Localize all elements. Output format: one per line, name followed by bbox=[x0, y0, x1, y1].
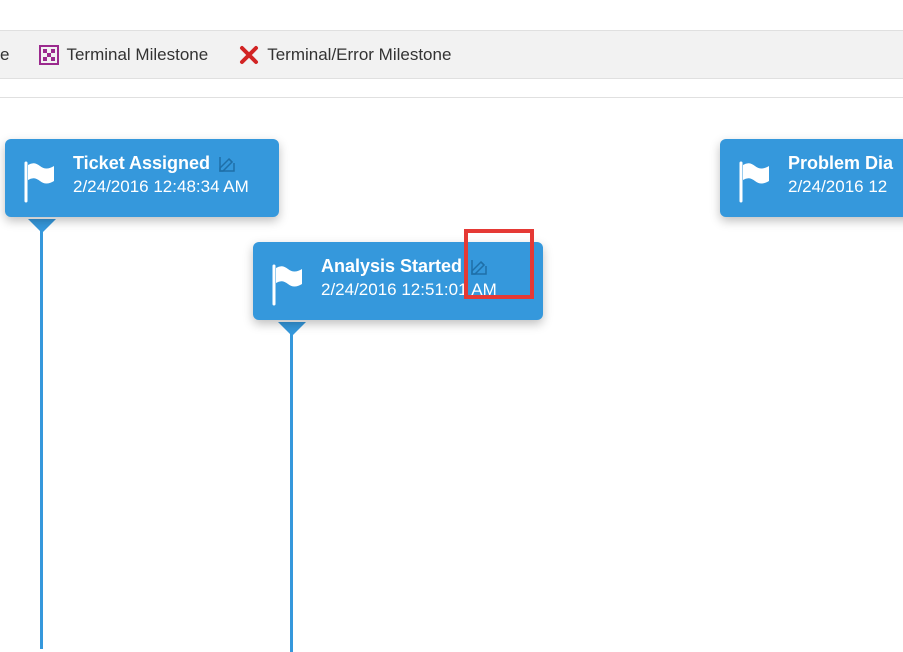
milestone-title: Ticket Assigned bbox=[73, 153, 210, 174]
error-milestone-icon bbox=[238, 44, 260, 66]
milestone-title-row: Problem Dia bbox=[788, 153, 903, 174]
milestone-card-ticket-assigned[interactable]: Ticket Assigned 2/24/2016 12:48:34 AM bbox=[5, 139, 279, 217]
edit-icon[interactable] bbox=[470, 258, 488, 276]
milestone-content: Ticket Assigned 2/24/2016 12:48:34 AM bbox=[73, 153, 261, 197]
milestone-card-analysis-started[interactable]: Analysis Started 2/24/2016 12:51:01 AM bbox=[253, 242, 543, 320]
flag-icon bbox=[22, 161, 58, 203]
milestone-content: Problem Dia 2/24/2016 12 bbox=[788, 153, 903, 197]
flag-icon-wrap bbox=[267, 256, 309, 306]
milestone-timestamp: 2/24/2016 12 bbox=[788, 177, 903, 197]
timeline-divider bbox=[0, 97, 903, 98]
milestone-connector bbox=[40, 219, 43, 649]
flag-icon bbox=[270, 264, 306, 306]
legend-error-label: Terminal/Error Milestone bbox=[267, 45, 451, 65]
connector-arrow bbox=[278, 322, 306, 336]
milestone-title-row: Analysis Started bbox=[321, 256, 525, 277]
connector-arrow bbox=[28, 219, 56, 233]
milestone-timestamp: 2/24/2016 12:51:01 AM bbox=[321, 280, 525, 300]
top-bar bbox=[0, 0, 903, 31]
milestone-title-row: Ticket Assigned bbox=[73, 153, 261, 174]
legend-terminal-label: Terminal Milestone bbox=[66, 45, 208, 65]
milestone-content: Analysis Started 2/24/2016 12:51:01 AM bbox=[321, 256, 525, 300]
flag-icon bbox=[737, 161, 773, 203]
flag-icon-wrap bbox=[19, 153, 61, 203]
milestone-connector bbox=[290, 322, 293, 652]
legend-terminal-milestone: Terminal Milestone bbox=[39, 45, 208, 65]
edit-icon[interactable] bbox=[218, 155, 236, 173]
terminal-milestone-icon bbox=[39, 45, 59, 65]
milestone-title: Problem Dia bbox=[788, 153, 893, 174]
legend-partial-text: e bbox=[0, 45, 9, 65]
legend-terminal-error-milestone: Terminal/Error Milestone bbox=[238, 44, 451, 66]
legend-bar: e Terminal Milestone Terminal/Error Mile… bbox=[0, 31, 903, 79]
milestone-timestamp: 2/24/2016 12:48:34 AM bbox=[73, 177, 261, 197]
milestone-title: Analysis Started bbox=[321, 256, 462, 277]
flag-icon-wrap bbox=[734, 153, 776, 203]
milestone-card-problem-diagnosed[interactable]: Problem Dia 2/24/2016 12 bbox=[720, 139, 903, 217]
timeline-area: Ticket Assigned 2/24/2016 12:48:34 AM An… bbox=[0, 79, 903, 569]
